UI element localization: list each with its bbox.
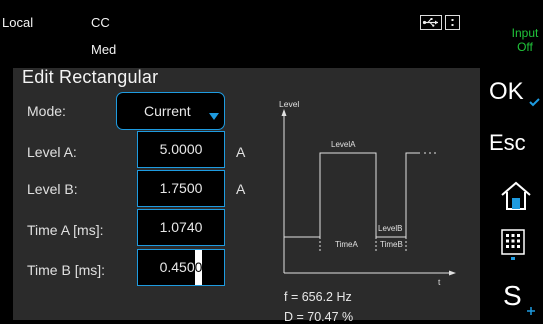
level-a-input[interactable]: 5.0000 xyxy=(137,131,225,168)
plus-icon xyxy=(527,302,535,320)
input-label: Input xyxy=(511,26,539,40)
time-b-label: Time B [ms]: xyxy=(27,262,106,278)
frequency-readout: f = 656.2 Hz xyxy=(284,290,352,304)
shift-button[interactable]: S xyxy=(503,280,543,320)
mode-dropdown[interactable]: Current xyxy=(116,92,225,130)
ok-button[interactable]: OK xyxy=(489,78,541,114)
time-a-input[interactable]: 1.0740 xyxy=(137,209,225,246)
y-axis-label: Level xyxy=(279,99,299,109)
esc-button[interactable]: Esc xyxy=(489,130,541,166)
keylock-icon xyxy=(445,15,460,30)
esc-label: Esc xyxy=(489,130,526,155)
status-function: CC xyxy=(91,15,110,30)
page-title: Edit Rectangular xyxy=(22,67,159,87)
time-b-input[interactable]: 0.4500 xyxy=(137,249,225,286)
time-a-diagram-label: TimeA xyxy=(335,240,358,249)
time-b-diagram-label: TimeB xyxy=(380,240,403,249)
checkmark-icon xyxy=(529,94,540,112)
level-a-unit: A xyxy=(236,144,246,160)
time-b-value: 0.450 xyxy=(159,259,195,275)
level-a-label: Level A: xyxy=(27,144,77,160)
level-b-unit: A xyxy=(236,181,246,197)
softkey-sidebar: OK Esc S xyxy=(483,68,543,320)
usb-icon xyxy=(420,15,442,30)
ok-label: OK xyxy=(489,78,524,105)
waveform-diagram: Level t LevelA LevelB TimeA TimeB xyxy=(279,99,456,287)
mode-label: Mode: xyxy=(27,103,66,119)
level-b-input[interactable]: 1.7500 xyxy=(137,170,225,207)
level-b-label: Level B: xyxy=(27,181,78,197)
time-a-label: Time A [ms]: xyxy=(27,222,104,238)
x-axis-arrow xyxy=(449,270,456,276)
y-axis-arrow xyxy=(281,109,287,116)
input-state-indicator: Input Off xyxy=(506,26,543,54)
input-state: Off xyxy=(517,40,533,54)
shift-label: S xyxy=(503,280,522,311)
x-axis-label: t xyxy=(438,277,441,287)
mode-value: Current xyxy=(144,103,191,119)
level-b-diagram-label: LevelB xyxy=(378,224,402,233)
keypad-icon[interactable] xyxy=(501,229,525,261)
level-a-diagram-label: LevelA xyxy=(331,140,356,149)
text-cursor: 0 xyxy=(194,250,203,285)
chevron-down-icon xyxy=(209,107,219,125)
status-mode: Local xyxy=(2,15,34,30)
status-speed: Med xyxy=(91,42,117,57)
duty-readout: D = 70.47 % xyxy=(284,310,354,324)
home-icon[interactable] xyxy=(499,180,533,212)
